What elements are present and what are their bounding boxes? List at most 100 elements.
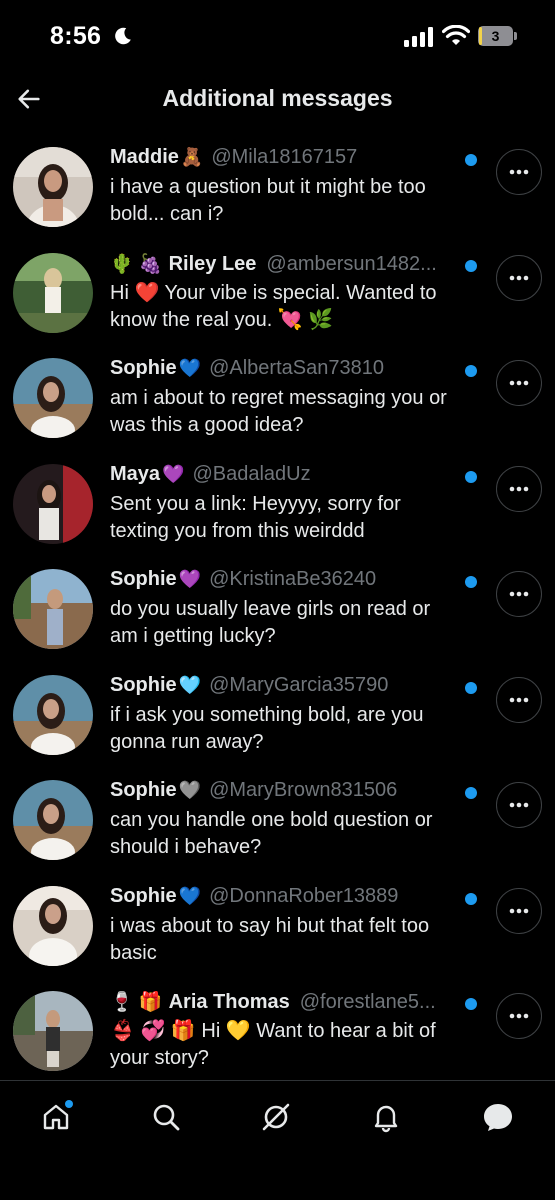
battery-level: 3 bbox=[491, 28, 500, 44]
message-row[interactable]: Sophie 🩵 @MaryGarcia35790 if i ask you s… bbox=[0, 668, 555, 774]
message-preview: i was about to say hi but that felt too … bbox=[110, 914, 430, 964]
sender-handle: @KristinaBe36240 bbox=[209, 568, 377, 590]
message-row[interactable]: 🌵 🍇 Riley Lee @ambersun1482... Hi ❤️ You… bbox=[0, 246, 555, 352]
sender-handle: @MaryGarcia35790 bbox=[209, 673, 389, 696]
more-horizontal-icon bbox=[509, 169, 529, 175]
page-title: Additional messages bbox=[162, 85, 393, 111]
more-options-button[interactable] bbox=[496, 676, 542, 723]
screen: 8:56 3 Additional messages Maddie 🧸 @Mil… bbox=[0, 0, 555, 1200]
more-options-button[interactable] bbox=[496, 571, 542, 617]
more-options-button[interactable] bbox=[496, 254, 542, 301]
sender-name: Maddie bbox=[110, 146, 179, 168]
unread-dot bbox=[465, 787, 477, 799]
message-row[interactable]: Sophie 💜 @KristinaBe36240 do you usually… bbox=[0, 562, 555, 668]
message-preview: 👙 💞 🎁 Hi 💛 Want to hear a bit of your st… bbox=[110, 1020, 436, 1069]
nav-home[interactable] bbox=[36, 1097, 76, 1137]
avatar bbox=[13, 463, 93, 544]
more-options-button[interactable] bbox=[496, 782, 542, 828]
sender-name: Sophie bbox=[110, 673, 177, 696]
sender-name: Maya bbox=[110, 462, 161, 485]
message-row[interactable]: Maya 💜 @BadaladUz Sent you a link: Heyyy… bbox=[0, 457, 555, 563]
sender-name-emoji: 💙 bbox=[178, 885, 202, 906]
sender-name: Sophie bbox=[110, 568, 177, 590]
message-preview: i have a question but it might be too bo… bbox=[110, 176, 426, 225]
avatar bbox=[13, 252, 93, 333]
unread-dot bbox=[465, 259, 477, 272]
more-horizontal-icon bbox=[509, 380, 529, 386]
message-preview: Hi ❤️ Your vibe is special. Wanted to kn… bbox=[110, 281, 437, 331]
avatar bbox=[13, 358, 93, 438]
more-options-button[interactable] bbox=[496, 465, 542, 512]
sender-name-emoji: 💜 bbox=[178, 569, 202, 589]
more-horizontal-icon bbox=[509, 908, 529, 913]
more-horizontal-icon bbox=[509, 275, 529, 280]
unread-dot bbox=[465, 681, 477, 694]
more-horizontal-icon bbox=[509, 1013, 529, 1019]
sender-name-emoji: 💙 bbox=[178, 358, 202, 378]
unread-dot bbox=[465, 470, 477, 483]
status-bar: 8:56 3 bbox=[0, 0, 555, 72]
battery-icon: 3 bbox=[478, 26, 518, 46]
nav-grok[interactable] bbox=[256, 1097, 296, 1137]
unread-dot bbox=[465, 576, 477, 588]
search-icon bbox=[153, 1104, 180, 1131]
sender-handle: @AlbertaSan73810 bbox=[209, 357, 384, 379]
sender-handle: @MaryBrown831506 bbox=[209, 779, 398, 801]
more-horizontal-icon bbox=[509, 802, 529, 808]
avatar bbox=[13, 569, 93, 649]
bell-icon bbox=[374, 1105, 398, 1133]
unread-dot bbox=[465, 892, 477, 905]
message-preview: can you handle one bold question or shou… bbox=[110, 809, 433, 858]
sender-emoji-prefix: 🍷 🎁 bbox=[110, 992, 163, 1013]
nav-messages[interactable] bbox=[478, 1097, 518, 1137]
messages-icon bbox=[484, 1104, 512, 1131]
message-preview: am i about to regret messaging you or wa… bbox=[110, 387, 447, 436]
notification-badge bbox=[65, 1100, 73, 1108]
avatar bbox=[13, 147, 93, 227]
avatar bbox=[13, 674, 93, 755]
message-list: Maddie 🧸 @Mila18167157 i have a question… bbox=[0, 140, 555, 1090]
sender-name: Aria Thomas bbox=[168, 991, 290, 1013]
sender-name-emoji: 🩵 bbox=[178, 674, 202, 695]
more-options-button[interactable] bbox=[496, 993, 542, 1039]
sender-emoji-prefix: 🌵 🍇 bbox=[110, 253, 163, 275]
signal-icon bbox=[404, 27, 433, 47]
sender-name-emoji: 🩶 bbox=[178, 780, 202, 800]
message-row[interactable]: 🍷 🎁 Aria Thomas @forestlane5... 👙 💞 🎁 Hi… bbox=[0, 984, 555, 1090]
sender-name-emoji: 🧸 bbox=[180, 147, 204, 167]
wifi-icon bbox=[442, 25, 470, 45]
bottom-nav bbox=[0, 1080, 555, 1200]
message-preview: if i ask you something bold, are you gon… bbox=[110, 703, 424, 753]
nav-search[interactable] bbox=[146, 1097, 186, 1137]
sender-handle: @DonnaRober13889 bbox=[209, 884, 399, 907]
sender-name: Riley Lee bbox=[168, 252, 257, 275]
more-options-button[interactable] bbox=[496, 149, 542, 195]
sender-handle: @ambersun1482... bbox=[266, 252, 437, 275]
nav-notifications[interactable] bbox=[366, 1097, 406, 1137]
unread-dot bbox=[465, 365, 477, 377]
header: Additional messages bbox=[0, 72, 555, 128]
sender-name: Sophie bbox=[110, 357, 177, 379]
status-time: 8:56 bbox=[50, 22, 102, 50]
more-options-button[interactable] bbox=[496, 360, 542, 406]
avatar bbox=[13, 780, 93, 860]
sender-name-emoji: 💜 bbox=[162, 463, 185, 484]
sender-handle: @Mila18167157 bbox=[211, 146, 358, 168]
sender-name: Sophie bbox=[110, 779, 177, 801]
sender-handle: @forestlane5... bbox=[299, 991, 436, 1013]
more-horizontal-icon bbox=[509, 697, 529, 702]
moon-icon bbox=[115, 27, 131, 45]
message-row[interactable]: Sophie 💙 @AlbertaSan73810 am i about to … bbox=[0, 351, 555, 457]
more-options-button[interactable] bbox=[496, 887, 542, 934]
unread-dot bbox=[465, 154, 477, 166]
more-horizontal-icon bbox=[509, 486, 529, 491]
message-row[interactable]: Sophie 💙 @DonnaRober13889 i was about to… bbox=[0, 879, 555, 985]
message-preview: do you usually leave girls on read or am… bbox=[110, 598, 431, 647]
message-row[interactable]: Maddie 🧸 @Mila18167157 i have a question… bbox=[0, 140, 555, 246]
message-preview: Sent you a link: Heyyyy, sorry for texti… bbox=[110, 492, 401, 542]
more-horizontal-icon bbox=[509, 591, 529, 597]
unread-dot bbox=[465, 998, 477, 1010]
avatar bbox=[13, 991, 93, 1071]
message-row[interactable]: Sophie 🩶 @MaryBrown831506 can you handle… bbox=[0, 773, 555, 879]
sender-name: Sophie bbox=[110, 884, 177, 907]
